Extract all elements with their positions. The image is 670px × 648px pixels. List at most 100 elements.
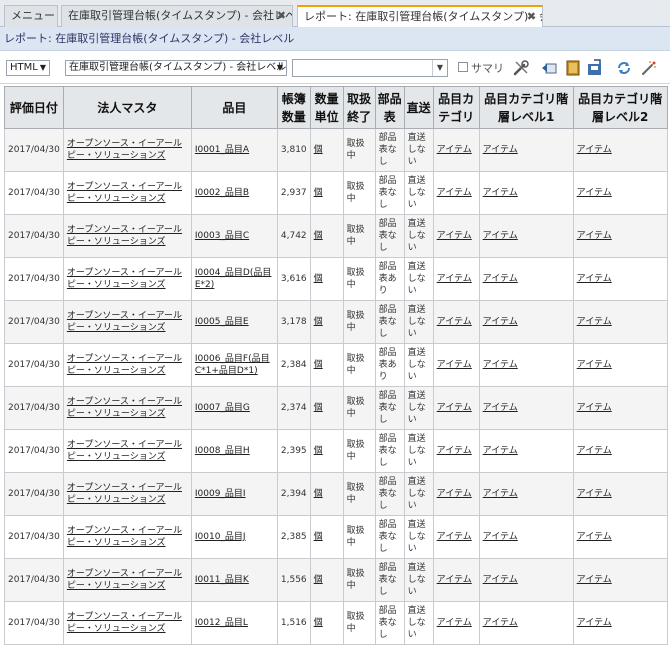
col-header[interactable]: 品目カテゴリ階層レベル1 xyxy=(478,86,574,129)
cell-category-l1-link[interactable]: アイテム xyxy=(483,532,518,542)
close-icon[interactable]: ✖ xyxy=(277,6,286,26)
cell-legal-entity-link[interactable]: オープンソース・イーアールピー・ソリューションズ xyxy=(67,268,182,290)
cell-category-link[interactable]: アイテム xyxy=(437,489,472,499)
col-header[interactable]: 法人マスタ xyxy=(62,86,192,129)
cell-category-l1-link[interactable]: アイテム xyxy=(483,489,518,499)
cell-unit-link[interactable]: 個 xyxy=(314,231,323,241)
cell-category-l2-link[interactable]: アイテム xyxy=(577,575,612,585)
cell-category-l1-link[interactable]: アイテム xyxy=(483,231,518,241)
col-header[interactable]: 帳簿数量 xyxy=(276,86,311,129)
cell-legal-entity-link[interactable]: オープンソース・イーアールピー・ソリューションズ xyxy=(67,612,182,634)
cell-category-l2-link[interactable]: アイテム xyxy=(577,145,612,155)
cell-category-l1-link[interactable]: アイテム xyxy=(483,317,518,327)
save-icon[interactable] xyxy=(586,59,604,77)
cell-category-l1-link[interactable]: アイテム xyxy=(483,446,518,456)
cell-legal-entity-link[interactable]: オープンソース・イーアールピー・ソリューションズ xyxy=(67,526,182,548)
col-header[interactable]: 部品表 xyxy=(374,86,405,129)
cell-category-l1-link[interactable]: アイテム xyxy=(483,274,518,284)
cell-unit-link[interactable]: 個 xyxy=(314,575,323,585)
book-icon[interactable] xyxy=(564,59,582,77)
cell-category-l2-link[interactable]: アイテム xyxy=(577,360,612,370)
col-header[interactable]: 品目 xyxy=(190,86,278,129)
summary-checkbox[interactable] xyxy=(458,62,468,72)
cell-unit-link[interactable]: 個 xyxy=(314,446,323,456)
report-select[interactable]: 在庫取引管理台帳(タイムスタンプ) - 会社レベル ▼ xyxy=(65,60,287,76)
cell-category-l1-link[interactable]: アイテム xyxy=(483,575,518,585)
chevron-down-icon[interactable]: ▼ xyxy=(432,60,447,76)
tab-ledger[interactable]: 在庫取引管理台帳(タイムスタンプ) - 会社レベル ✖ xyxy=(61,5,293,27)
cell-category-l1-link[interactable]: アイテム xyxy=(483,403,518,413)
cell-legal-entity-link[interactable]: オープンソース・イーアールピー・ソリューションズ xyxy=(67,483,182,505)
cell-item-link[interactable]: I0011_品目K xyxy=(195,575,249,585)
format-select[interactable]: HTML ▼ xyxy=(6,60,50,76)
cell-category-l1-link[interactable]: アイテム xyxy=(483,360,518,370)
cell-item-link[interactable]: I0001_品目A xyxy=(195,145,249,155)
cell-legal-entity-link[interactable]: オープンソース・イーアールピー・ソリューションズ xyxy=(67,397,182,419)
cell-category-l2-link[interactable]: アイテム xyxy=(577,274,612,284)
cell-item-link[interactable]: I0002_品目B xyxy=(195,188,249,198)
cell-category-link[interactable]: アイテム xyxy=(437,532,472,542)
cell-item-link[interactable]: I0012_品目L xyxy=(195,618,248,628)
cell-category-l2-link[interactable]: アイテム xyxy=(577,446,612,456)
col-header[interactable]: 品目カテゴリ xyxy=(432,86,480,129)
cell-unit-link[interactable]: 個 xyxy=(314,145,323,155)
cell-unit-link[interactable]: 個 xyxy=(314,489,323,499)
tab-menu[interactable]: メニュー xyxy=(4,5,58,27)
col-header[interactable]: 数量単位 xyxy=(309,86,344,129)
cell-category-link[interactable]: アイテム xyxy=(437,446,472,456)
cell-item-link[interactable]: I0004_品目D(品目E*2) xyxy=(195,268,272,290)
cell-legal-entity-link[interactable]: オープンソース・イーアールピー・ソリューションズ xyxy=(67,311,182,333)
cell-category-l2-link[interactable]: アイテム xyxy=(577,403,612,413)
tab-report[interactable]: レポート: 在庫取引管理台帳(タイムスタンプ) - 会... ✖ xyxy=(297,5,543,28)
cell-unit-link[interactable]: 個 xyxy=(314,618,323,628)
cell-category-link[interactable]: アイテム xyxy=(437,575,472,585)
col-header[interactable]: 取扱終了 xyxy=(342,86,376,129)
cell-category-l2-link[interactable]: アイテム xyxy=(577,317,612,327)
col-header[interactable]: 評価日付 xyxy=(4,86,64,129)
cell-category-link[interactable]: アイテム xyxy=(437,317,472,327)
cell-legal-entity-link[interactable]: オープンソース・イーアールピー・ソリューションズ xyxy=(67,139,182,161)
cell-unit-link[interactable]: 個 xyxy=(314,532,323,542)
cell-category-l2-link[interactable]: アイテム xyxy=(577,532,612,542)
tools-icon[interactable] xyxy=(512,59,530,77)
col-header[interactable]: 品目カテゴリ階層レベル2 xyxy=(572,86,668,129)
cell-category-l2-link[interactable]: アイテム xyxy=(577,489,612,499)
cell-category-link[interactable]: アイテム xyxy=(437,145,472,155)
cell-legal-entity-link[interactable]: オープンソース・イーアールピー・ソリューションズ xyxy=(67,440,182,462)
cell-category-l2-link[interactable]: アイテム xyxy=(577,231,612,241)
cell-category-link[interactable]: アイテム xyxy=(437,618,472,628)
wand-icon[interactable] xyxy=(640,59,658,77)
cell-unit-link[interactable]: 個 xyxy=(314,317,323,327)
cell-category-l2-link[interactable]: アイテム xyxy=(577,188,612,198)
refresh-icon[interactable] xyxy=(615,59,633,77)
cell-category-link[interactable]: アイテム xyxy=(437,231,472,241)
back-icon[interactable] xyxy=(540,59,558,77)
cell-legal-entity-link[interactable]: オープンソース・イーアールピー・ソリューションズ xyxy=(67,225,182,247)
cell-unit-link[interactable]: 個 xyxy=(314,403,323,413)
cell-category-link[interactable]: アイテム xyxy=(437,360,472,370)
print-format-combo[interactable]: ▼ xyxy=(292,59,448,77)
cell-item-link[interactable]: I0009_品目I xyxy=(195,489,246,499)
col-header[interactable]: 直送 xyxy=(403,86,434,129)
cell-category-l1-link[interactable]: アイテム xyxy=(483,145,518,155)
cell-unit-link[interactable]: 個 xyxy=(314,274,323,284)
cell-legal-entity-link[interactable]: オープンソース・イーアールピー・ソリューションズ xyxy=(67,182,182,204)
cell-category-l2-link[interactable]: アイテム xyxy=(577,618,612,628)
cell-category-link[interactable]: アイテム xyxy=(437,274,472,284)
cell-unit-link[interactable]: 個 xyxy=(314,188,323,198)
cell-item-link[interactable]: I0003_品目C xyxy=(195,231,249,241)
cell-item-link[interactable]: I0005_品目E xyxy=(195,317,249,327)
cell-category-l1-link[interactable]: アイテム xyxy=(483,188,518,198)
cell-category-l1-link[interactable]: アイテム xyxy=(483,618,518,628)
cell-category-link[interactable]: アイテム xyxy=(437,403,472,413)
cell-eval-date: 2017/04/30 xyxy=(4,386,64,430)
cell-item-link[interactable]: I0007_品目G xyxy=(195,403,250,413)
close-icon[interactable]: ✖ xyxy=(527,7,536,26)
cell-item-link[interactable]: I0010_品目J xyxy=(195,532,246,542)
cell-unit-link[interactable]: 個 xyxy=(314,360,323,370)
cell-item-link[interactable]: I0006_品目F(品目C*1+品目D*1) xyxy=(195,354,270,376)
cell-legal-entity-link[interactable]: オープンソース・イーアールピー・ソリューションズ xyxy=(67,569,182,591)
cell-category-link[interactable]: アイテム xyxy=(437,188,472,198)
cell-legal-entity-link[interactable]: オープンソース・イーアールピー・ソリューションズ xyxy=(67,354,182,376)
cell-item-link[interactable]: I0008_品目H xyxy=(195,446,250,456)
